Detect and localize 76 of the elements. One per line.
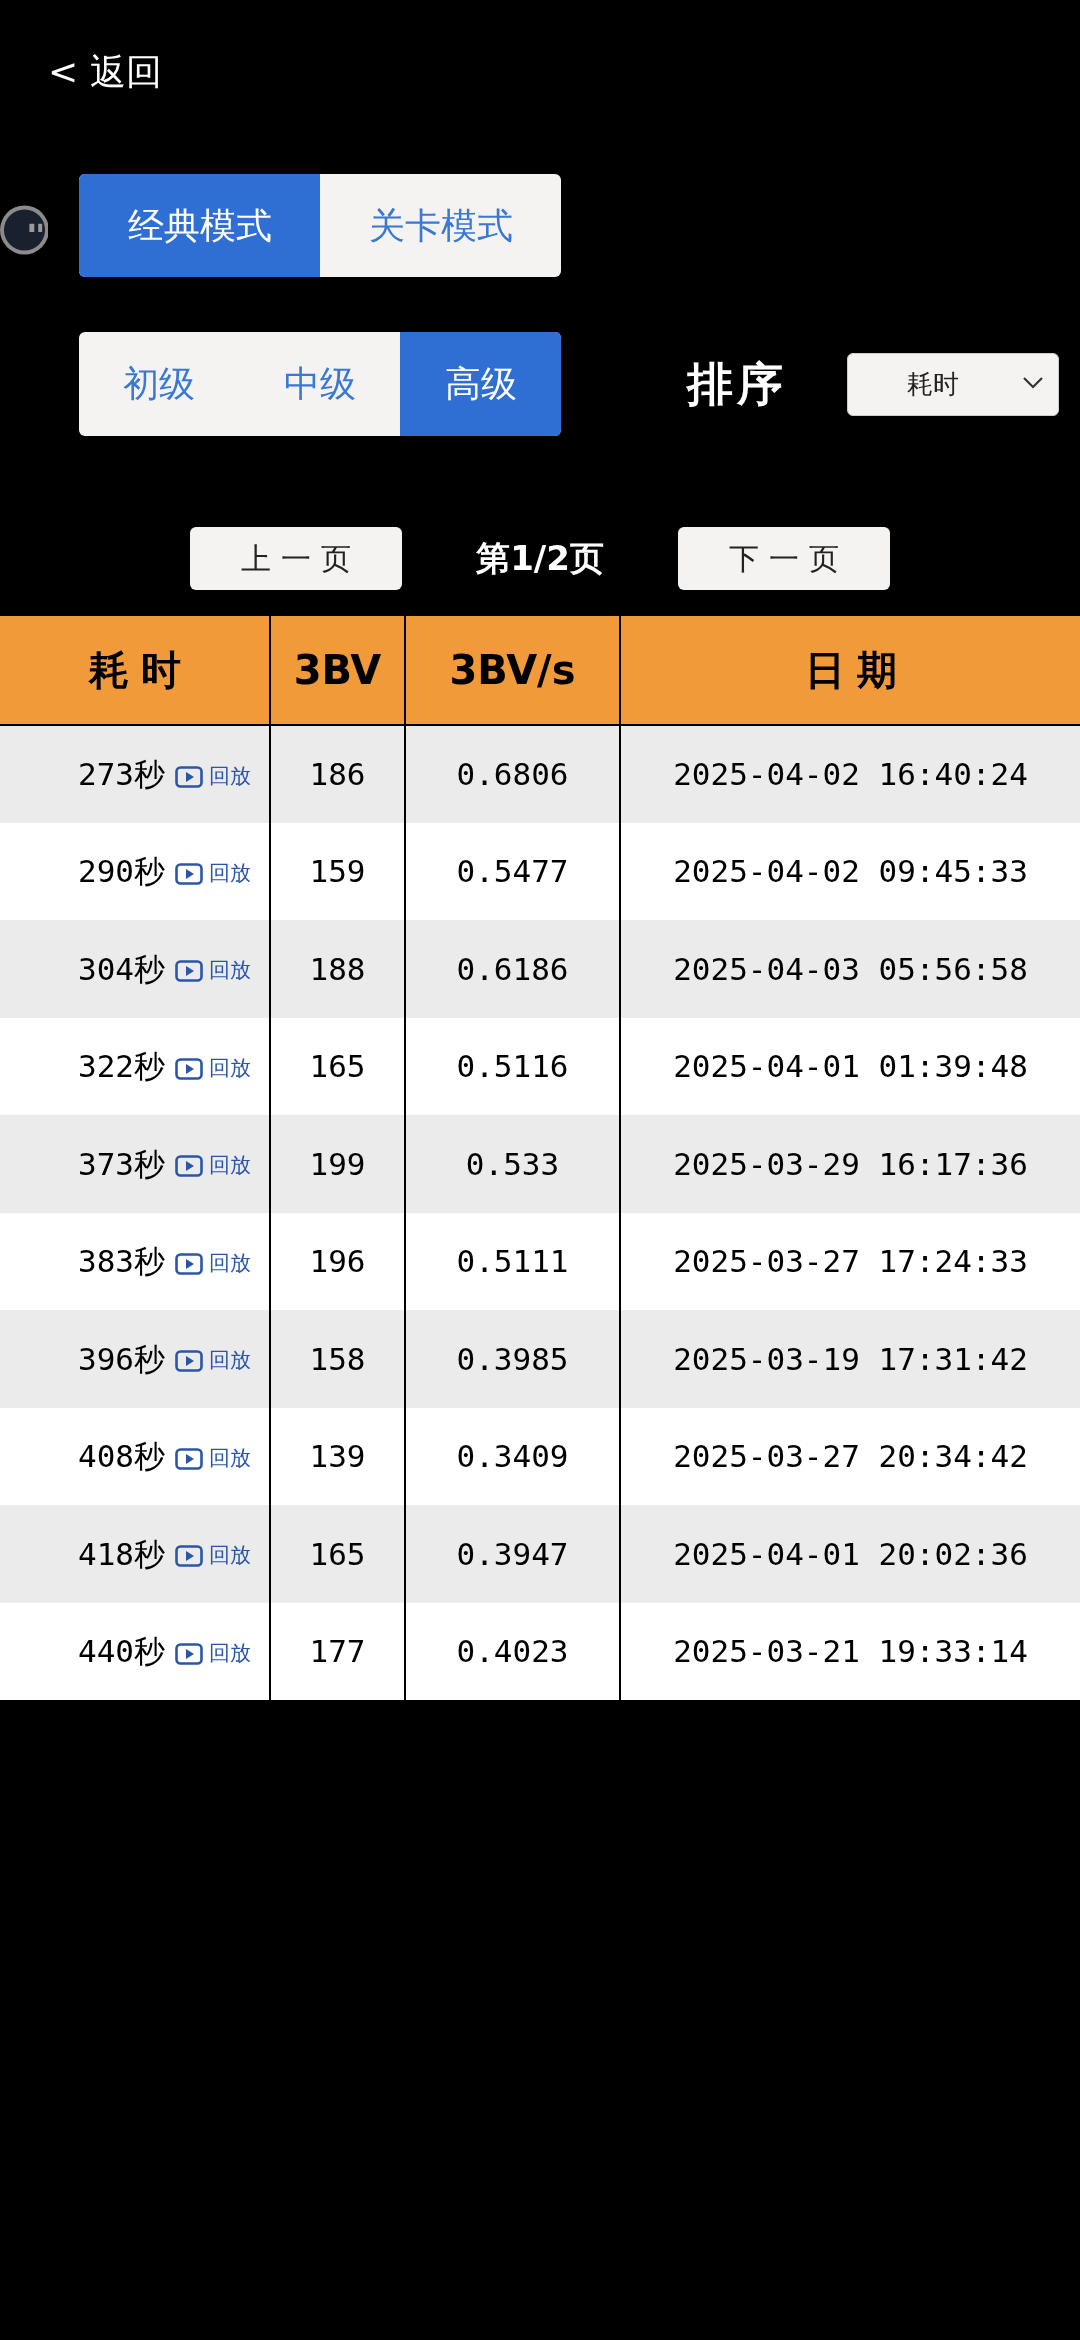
table-cell: 0.5477	[405, 822, 620, 920]
column-header: 耗时	[0, 616, 270, 725]
time-value: 396秒	[78, 1340, 165, 1377]
replay-link[interactable]: 回放	[175, 1052, 251, 1085]
play-icon	[175, 765, 203, 788]
replay-link[interactable]: 回放	[175, 1637, 251, 1670]
back-link[interactable]: < 返回	[48, 48, 162, 96]
replay-link[interactable]: 回放	[175, 1247, 251, 1280]
segment-tab[interactable]: 关卡模式	[320, 174, 561, 277]
column-header: 3BV/s	[405, 616, 620, 725]
table-cell: 2025-04-01 01:39:48	[620, 1017, 1080, 1115]
replay-link[interactable]: 回放	[175, 1150, 251, 1182]
table-cell: 165	[270, 1505, 405, 1603]
time-value: 408秒	[78, 1438, 165, 1474]
table-cell: 2025-04-03 05:56:58	[620, 920, 1080, 1018]
time-value: 273秒	[78, 756, 165, 792]
segment-tab[interactable]: 高级	[400, 332, 561, 436]
table-cell: 2025-04-02 09:45:33	[620, 822, 1080, 920]
play-icon	[175, 1447, 203, 1470]
table-cell: 0.4023	[405, 1602, 620, 1700]
table-cell: 199	[270, 1115, 405, 1213]
table-cell: 2025-04-02 16:40:24	[620, 725, 1080, 823]
table-cell: 159	[270, 822, 405, 920]
time-value: 440秒	[78, 1633, 165, 1669]
play-icon	[175, 862, 203, 885]
page-indicator: 第1/2页	[475, 537, 605, 580]
table-cell: 177	[270, 1602, 405, 1700]
time-value: 418秒	[78, 1535, 165, 1572]
replay-link[interactable]: 回放	[175, 955, 251, 987]
table-cell: 0.3985	[405, 1310, 620, 1408]
table-cell: 0.5111	[405, 1212, 620, 1310]
chevron-down-icon	[1022, 375, 1044, 390]
play-icon	[175, 1155, 203, 1177]
table-cell: 2025-03-29 16:17:36	[620, 1115, 1080, 1213]
table-cell: 0.6186	[405, 920, 620, 1018]
segment-tab[interactable]: 初级	[79, 332, 240, 436]
sort-label: 排序	[687, 355, 787, 413]
play-icon	[175, 1350, 203, 1372]
table-cell: 0.3947	[405, 1505, 620, 1603]
play-icon	[175, 1057, 203, 1080]
table-cell: 188	[270, 920, 405, 1018]
table-cell: 2025-03-19 17:31:42	[620, 1310, 1080, 1408]
segment-tab[interactable]: 中级	[239, 332, 401, 436]
table-cell: 0.533	[405, 1115, 620, 1213]
table-cell: 0.6806	[405, 725, 620, 823]
replay-link[interactable]: 回放	[175, 1540, 251, 1572]
table-cell: 2025-04-01 20:02:36	[620, 1505, 1080, 1603]
time-value: 322秒	[78, 1048, 165, 1084]
play-icon	[175, 1252, 203, 1275]
table-cell: 2025-03-27 20:34:42	[620, 1407, 1080, 1505]
replay-link[interactable]: 回放	[175, 760, 251, 793]
table-cell: 186	[270, 725, 405, 823]
table-cell: 139	[270, 1407, 405, 1505]
table-cell: 0.3409	[405, 1407, 620, 1505]
table-cell: 196	[270, 1212, 405, 1310]
play-icon	[175, 1642, 203, 1665]
replay-link[interactable]: 回放	[175, 1345, 251, 1377]
table-cell: 2025-03-21 19:33:14	[620, 1602, 1080, 1700]
table-cell: 0.5116	[405, 1017, 620, 1115]
play-icon	[175, 1545, 203, 1567]
segment-tab[interactable]: 经典模式	[79, 174, 320, 277]
sort-dropdown[interactable]: 耗时	[847, 352, 1059, 416]
replay-link[interactable]: 回放	[175, 1442, 251, 1475]
next-page-button[interactable]: 下一页	[678, 527, 890, 590]
time-value: 373秒	[78, 1145, 165, 1182]
time-value: 383秒	[78, 1243, 165, 1279]
previous-page-button[interactable]: 上一页	[190, 527, 402, 590]
table-cell: 165	[270, 1017, 405, 1115]
table-cell: 158	[270, 1310, 405, 1408]
replay-link[interactable]: 回放	[175, 857, 251, 890]
column-header: 3BV	[270, 616, 405, 725]
time-value: 304秒	[78, 950, 165, 987]
column-header: 日期	[620, 616, 1080, 725]
table-cell: 2025-03-27 17:24:33	[620, 1212, 1080, 1310]
play-icon	[175, 960, 203, 982]
time-value: 290秒	[78, 853, 165, 889]
